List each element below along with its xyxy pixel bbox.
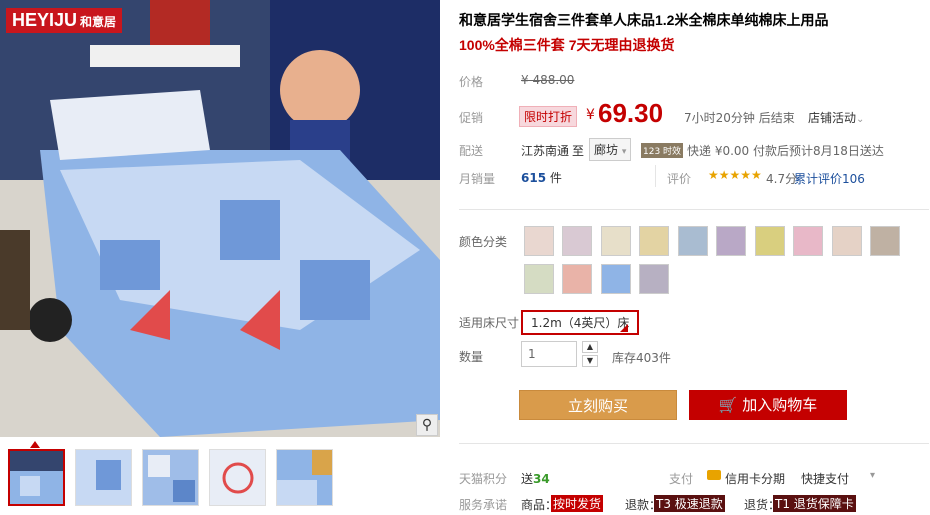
color-option-3[interactable] (601, 226, 631, 256)
rating-label: 评价 (667, 172, 692, 186)
chevron-down-icon: ⌄ (856, 114, 865, 125)
rating-stars-icon: ★★★★★ (708, 168, 762, 182)
color-option-8[interactable] (793, 226, 823, 256)
ship-from: 江苏南通 (521, 144, 570, 158)
sales-unit: 件 (549, 171, 562, 185)
color-option-7[interactable] (755, 226, 785, 256)
timeliness-badge: 123 时效 (641, 143, 684, 158)
quantity-input[interactable] (521, 341, 577, 367)
pay-credit[interactable]: 信用卡分期 (725, 470, 785, 487)
buy-now-button[interactable]: 立刻购买 (519, 390, 677, 420)
price-label: 价格 (459, 75, 484, 89)
stock-count: 库存403件 (612, 351, 671, 365)
store-activity-dropdown[interactable]: 店铺活动⌄ (808, 109, 864, 126)
credit-card-icon (707, 469, 721, 483)
ship-to-word: 至 (572, 144, 585, 158)
service-label: 服务承诺 (459, 498, 508, 512)
return-tag: T1 退货保障卡 (773, 495, 856, 512)
caret-down-icon[interactable]: ▾ (870, 470, 875, 481)
color-option-13[interactable] (601, 264, 631, 294)
color-option-4[interactable] (639, 226, 669, 256)
color-option-10[interactable] (870, 226, 900, 256)
sales-label: 月销量 (459, 172, 496, 186)
qty-decrease-button[interactable]: ▼ (582, 355, 598, 367)
color-option-12[interactable] (562, 264, 592, 294)
color-option-9[interactable] (832, 226, 862, 256)
product-main-image[interactable] (0, 0, 440, 437)
countdown: 7小时20分钟 后结束 (684, 111, 795, 125)
divider (655, 165, 656, 187)
thumbnail-1[interactable] (8, 449, 65, 506)
color-option-6[interactable] (716, 226, 746, 256)
rating-value: 4.7分 (766, 172, 798, 186)
divider (459, 443, 929, 444)
thumbnail-5[interactable] (276, 449, 333, 506)
shipping-label: 配送 (459, 144, 484, 158)
thumbnail-4[interactable] (209, 449, 266, 506)
color-option-11[interactable] (524, 264, 554, 294)
add-to-cart-button[interactable]: 🛒 加入购物车 (689, 390, 847, 420)
brand-logo: HEYIJU 和意居 (6, 8, 123, 33)
qty-increase-button[interactable]: ▲ (582, 341, 598, 353)
price-symbol: ¥ (586, 107, 595, 123)
size-label: 适用床尺寸 (459, 316, 520, 330)
sales-count: 615 (521, 171, 547, 185)
color-option-1[interactable] (524, 226, 554, 256)
promo-label: 促销 (459, 111, 484, 125)
divider (459, 209, 929, 210)
color-label: 颜色分类 (459, 235, 508, 249)
color-option-14[interactable] (639, 264, 669, 294)
pay-label: 支付 (669, 472, 694, 486)
promo-badge: 限时打折 (519, 106, 578, 127)
ship-destination-select[interactable]: 廊坊 ▾ (589, 138, 632, 161)
points-value: 送34 (521, 472, 550, 486)
color-option-5[interactable] (678, 226, 708, 256)
pay-fast[interactable]: 快捷支付 (801, 470, 849, 487)
goods-tag: 按时发货 (551, 495, 604, 512)
color-option-2[interactable] (562, 226, 592, 256)
points-label: 天猫积分 (459, 472, 508, 486)
caret-down-icon: ▾ (621, 147, 627, 157)
selected-check-icon (620, 324, 628, 332)
thumbnail-2[interactable] (75, 449, 132, 506)
product-subtitle: 100%全棉三件套 7天无理由退换货 (459, 37, 675, 53)
current-price: 69.30 (598, 98, 664, 128)
zoom-icon[interactable]: ⚲ (416, 414, 438, 436)
qty-label: 数量 (459, 350, 484, 364)
refund-tag: T3 极速退款 (654, 495, 725, 512)
thumbnail-3[interactable] (142, 449, 199, 506)
shipping-method: 快递 ¥0.00 付款后预计8月18日送达 (687, 144, 884, 158)
cart-icon: 🛒 (718, 396, 738, 414)
review-link[interactable]: 累计评价106 (794, 170, 865, 187)
original-price: ¥ 488.00 (521, 73, 575, 87)
thumb-selected-indicator (30, 441, 40, 448)
product-title: 和意居学生宿舍三件套单人床品1.2米全棉床单纯棉床上用品 (459, 12, 829, 28)
